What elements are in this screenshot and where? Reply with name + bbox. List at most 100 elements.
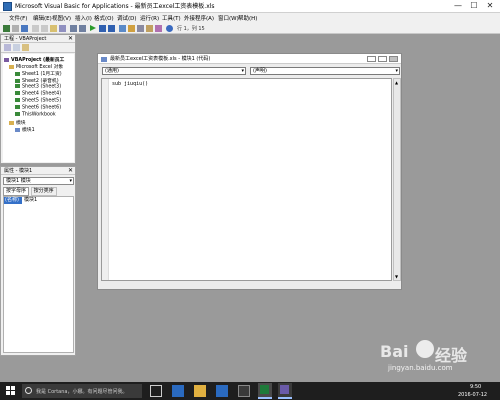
clock-time[interactable]: 9:50 xyxy=(470,384,481,390)
close-button[interactable]: ✕ xyxy=(482,0,498,12)
undo-icon[interactable] xyxy=(70,25,77,32)
object-dropdown[interactable]: 模块1 模块 ▾ xyxy=(3,177,74,185)
scroll-up-icon[interactable]: ▲ xyxy=(395,80,398,85)
cursor-position: 行 1，列 15 xyxy=(177,26,205,32)
tree-node-sheet6[interactable]: Sheet6 (Sheet6) xyxy=(15,105,61,111)
folder-icon xyxy=(9,64,14,69)
clock-date[interactable]: 2016-07-12 xyxy=(458,392,487,398)
menu-view[interactable]: 视图(V) xyxy=(52,14,71,22)
property-row[interactable]: (名称) 模块1 xyxy=(4,197,73,204)
minimize-button[interactable] xyxy=(367,56,376,62)
tree-node-module1[interactable]: 模块1 xyxy=(15,126,35,133)
menu-run[interactable]: 运行(R) xyxy=(140,14,159,22)
tree-node-vbaproject[interactable]: VBAProject (最新员工 xyxy=(4,56,64,63)
find-icon[interactable] xyxy=(59,25,66,32)
view-object-icon[interactable] xyxy=(13,44,20,51)
vba-taskbar-button[interactable] xyxy=(278,383,292,399)
menu-insert[interactable]: 插入(I) xyxy=(75,14,92,22)
cut-icon[interactable] xyxy=(32,25,39,32)
code-window-title: 最新员工excel工资表模板.xls - 模块1 (代码) xyxy=(98,54,401,64)
menu-bar: 文件(F) 编辑(E) 视图(V) 插入(I) 格式(O) 调试(D) 运行(R… xyxy=(0,13,500,23)
edge-icon[interactable] xyxy=(172,385,184,397)
object-browser-icon[interactable] xyxy=(146,25,153,32)
menu-addins[interactable]: 外接程序(A) xyxy=(184,14,214,22)
menu-file[interactable]: 文件(F) xyxy=(9,14,27,22)
close-button[interactable] xyxy=(389,56,398,62)
property-value: 模块1 xyxy=(24,197,38,203)
tree-node-sheet2[interactable]: Sheet2 (录音机) xyxy=(15,77,59,84)
properties-tabs: 按字母序 按分类序 xyxy=(3,187,57,196)
cortana-icon xyxy=(25,387,32,394)
code-line-1[interactable]: sub jiuqiu() xyxy=(112,81,148,87)
tab-alphabetic[interactable]: 按字母序 xyxy=(3,187,30,196)
menu-format[interactable]: 格式(O) xyxy=(94,14,114,22)
reset-icon[interactable] xyxy=(108,25,115,32)
minimize-button[interactable]: — xyxy=(450,0,466,12)
menu-tools[interactable]: 工具(T) xyxy=(162,14,181,22)
menu-edit[interactable]: 编辑(E) xyxy=(33,14,52,22)
project-tree: VBAProject (最新员工 Microsoft Excel 对象 Shee… xyxy=(3,54,74,162)
tree-label: Sheet3 (Sheet3) xyxy=(22,84,62,90)
sheet-icon xyxy=(15,78,20,83)
view-code-icon[interactable] xyxy=(4,44,11,51)
menu-window[interactable]: 窗口(W) xyxy=(218,14,239,22)
excel-view-icon[interactable] xyxy=(3,25,10,32)
task-view-icon[interactable] xyxy=(150,385,162,397)
help-icon[interactable] xyxy=(166,25,173,32)
code-editor[interactable]: sub jiuqiu() xyxy=(101,78,392,281)
baidu-logo-text: 经验 xyxy=(435,346,468,365)
file-explorer-icon[interactable] xyxy=(194,385,206,397)
cortana-search-box[interactable]: 我是 Cortana，小娜。有问题尽管问我。 xyxy=(22,384,142,398)
tree-node-sheet4[interactable]: Sheet4 (Sheet4) xyxy=(15,91,61,97)
code-scrollbar[interactable]: ▲ ▼ xyxy=(393,78,401,281)
toggle-folders-icon[interactable] xyxy=(22,44,29,51)
paste-icon[interactable] xyxy=(50,25,57,32)
app-icon[interactable] xyxy=(238,385,250,397)
scroll-down-icon[interactable]: ▼ xyxy=(395,274,398,279)
maximize-button[interactable]: ☐ xyxy=(466,0,482,12)
redo-icon[interactable] xyxy=(79,25,86,32)
menu-debug[interactable]: 调试(D) xyxy=(117,14,137,22)
windows-taskbar: 我是 Cortana，小娜。有问题尽管问我。 9:50 2016-07-12 xyxy=(0,382,500,400)
toolbox-icon[interactable] xyxy=(155,25,162,32)
close-icon[interactable]: ✕ xyxy=(68,35,73,43)
baidu-logo: Bai xyxy=(380,342,409,361)
code-window: 最新员工excel工资表模板.xls - 模块1 (代码) (通用) ▾ (声明… xyxy=(97,53,402,290)
tree-node-excel-objects[interactable]: Microsoft Excel 对象 xyxy=(9,63,63,70)
run-icon[interactable] xyxy=(90,25,96,31)
maximize-button[interactable] xyxy=(378,56,387,62)
procedure-combo-value: (声明) xyxy=(253,68,267,74)
copy-icon[interactable] xyxy=(41,25,48,32)
sheet-icon xyxy=(15,98,20,102)
object-combo[interactable]: (通用) ▾ xyxy=(102,67,246,75)
menu-help[interactable]: 帮助(H) xyxy=(238,14,257,22)
code-window-title-text: 最新员工excel工资表模板.xls - 模块1 (代码) xyxy=(110,56,211,62)
workbook-icon xyxy=(15,112,20,116)
procedure-combo[interactable]: (声明) ▾ xyxy=(250,67,400,75)
chevron-down-icon: ▾ xyxy=(395,68,398,74)
tree-label: Sheet4 (Sheet4) xyxy=(22,91,62,97)
title-bar: Microsoft Visual Basic for Applications … xyxy=(0,0,500,13)
tree-node-sheet3[interactable]: Sheet3 (Sheet3) xyxy=(15,84,61,90)
project-toolbar xyxy=(1,43,75,53)
close-icon[interactable]: ✕ xyxy=(68,167,73,175)
tree-node-modules[interactable]: 模块 xyxy=(9,119,26,126)
insert-module-icon[interactable] xyxy=(12,25,19,32)
vba-app-icon xyxy=(3,2,12,11)
properties-grid: (名称) 模块1 xyxy=(3,196,74,353)
tree-node-sheet1[interactable]: Sheet1 (1月工资) xyxy=(15,70,62,77)
windows-start-icon[interactable] xyxy=(6,386,16,396)
excel-taskbar-button[interactable] xyxy=(258,383,272,399)
properties-icon[interactable] xyxy=(137,25,144,32)
chevron-down-icon: ▾ xyxy=(69,178,72,184)
store-icon[interactable] xyxy=(216,385,228,397)
sheet-icon xyxy=(15,91,20,95)
break-icon[interactable] xyxy=(99,25,106,32)
tab-categorized[interactable]: 按分类序 xyxy=(30,187,57,196)
design-mode-icon[interactable] xyxy=(119,25,126,32)
tree-node-sheet5[interactable]: Sheet5 (Sheet5) xyxy=(15,98,61,104)
folder-icon xyxy=(9,120,14,125)
tree-node-thisworkbook[interactable]: ThisWorkbook xyxy=(15,112,56,118)
project-explorer-icon[interactable] xyxy=(128,25,135,32)
save-icon[interactable] xyxy=(21,25,28,32)
